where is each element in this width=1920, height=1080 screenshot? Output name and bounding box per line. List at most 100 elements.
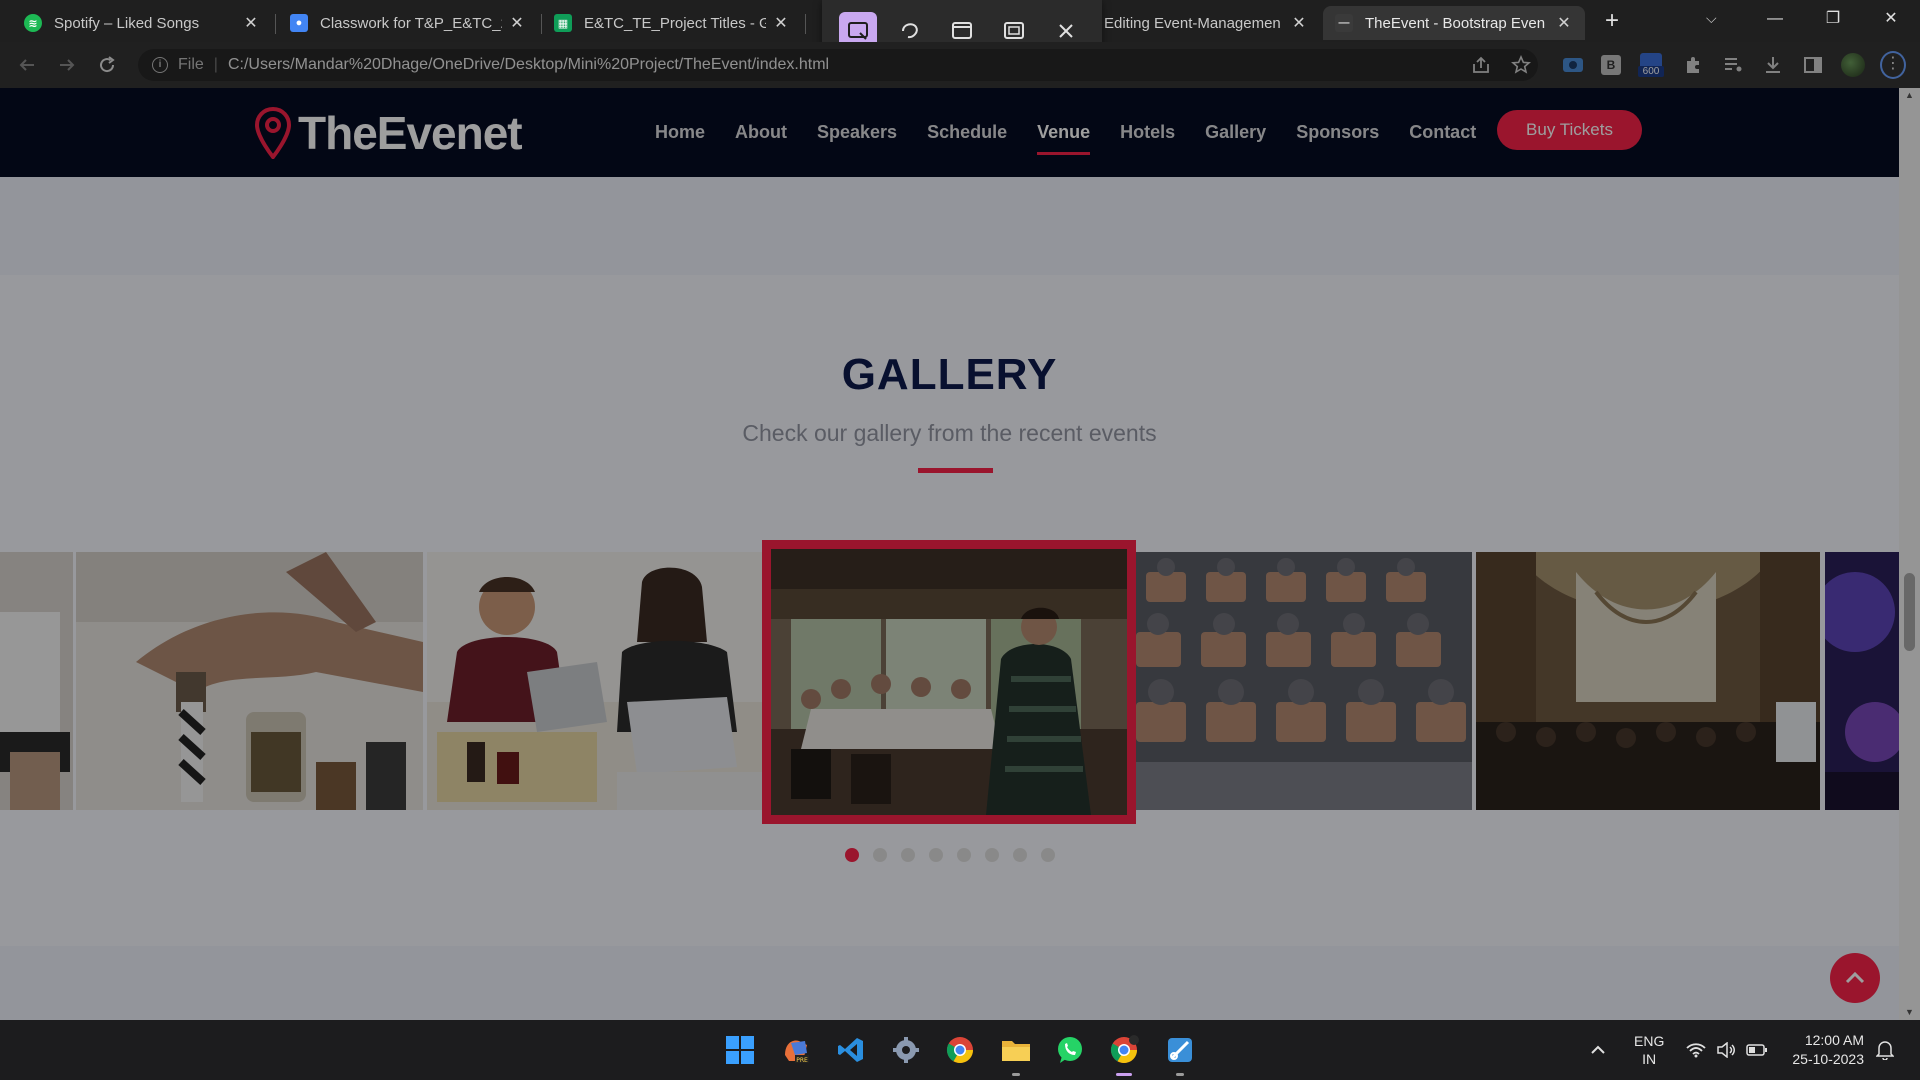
tab-classroom[interactable]: ● Classwork for T&P_E&TC_2 ✕ xyxy=(278,6,538,40)
title-underline xyxy=(918,468,993,473)
volume-icon[interactable] xyxy=(1716,1020,1736,1080)
clock-time: 12:00 AM xyxy=(1804,1032,1864,1048)
carousel-dot[interactable] xyxy=(1012,848,1027,862)
side-panel-icon[interactable] xyxy=(1800,52,1826,78)
battery-icon[interactable] xyxy=(1746,1020,1768,1080)
nav-venue[interactable]: Venue xyxy=(1037,116,1091,155)
address-bar[interactable]: i File | C:/Users/Mandar%20Dhage/OneDriv… xyxy=(138,49,1538,81)
nav-hotels[interactable]: Hotels xyxy=(1120,116,1175,149)
next-section xyxy=(0,946,1899,1020)
nav-home[interactable]: Home xyxy=(655,116,705,149)
carousel-dot[interactable] xyxy=(956,848,971,862)
back-to-top-button[interactable] xyxy=(1830,953,1880,1003)
site-favicon-icon: — xyxy=(1335,14,1353,32)
wifi-icon[interactable] xyxy=(1686,1020,1706,1080)
close-tab-icon[interactable]: ✕ xyxy=(242,13,260,33)
tab-title: Classwork for T&P_E&TC_2 xyxy=(320,14,502,32)
page-scrollbar[interactable]: ▲ ▼ xyxy=(1899,88,1920,1020)
chevron-up-icon xyxy=(1845,971,1865,984)
carousel-dot[interactable] xyxy=(844,848,859,862)
restore-button[interactable]: ❐ xyxy=(1810,4,1856,34)
site-logo[interactable]: TheEvenet xyxy=(254,106,523,160)
carousel-dot[interactable] xyxy=(984,848,999,862)
close-tab-icon[interactable]: ✕ xyxy=(1555,13,1573,33)
close-window-button[interactable]: ✕ xyxy=(1868,4,1914,34)
nav-speakers[interactable]: Speakers xyxy=(817,116,897,149)
tab-sheets[interactable]: ▦ E&TC_TE_Project Titles - Go ✕ xyxy=(542,6,802,40)
windows-taskbar: PRE ENG IN 12:00 AM 25-10-2023 xyxy=(0,1020,1920,1080)
region-code: IN xyxy=(1642,1051,1657,1067)
restaurant-speaker-photo[interactable] xyxy=(762,540,1136,824)
reload-icon[interactable] xyxy=(94,52,120,78)
team-meeting-photo[interactable] xyxy=(427,552,763,810)
show-hidden-icons[interactable] xyxy=(1590,1020,1606,1080)
nav-sponsors[interactable]: Sponsors xyxy=(1296,116,1379,149)
fist-bump-photo[interactable] xyxy=(76,552,423,810)
carousel-dot[interactable] xyxy=(928,848,943,862)
whatsapp-icon[interactable] xyxy=(1052,1032,1088,1068)
windows-start-icon[interactable] xyxy=(722,1032,758,1068)
tab-theevent[interactable]: — TheEvent - Bootstrap Even ✕ xyxy=(1323,6,1585,40)
microsoft-365-icon[interactable]: PRE xyxy=(778,1032,814,1068)
chrome-icon[interactable] xyxy=(942,1032,978,1068)
tab-spotify[interactable]: ≋ Spotify – Liked Songs ✕ xyxy=(12,6,272,40)
carousel-dot[interactable] xyxy=(900,848,915,862)
extensions-puzzle-icon[interactable] xyxy=(1680,52,1706,78)
nav-gallery[interactable]: Gallery xyxy=(1205,116,1266,149)
back-icon[interactable] xyxy=(14,52,40,78)
audience-seats-photo[interactable] xyxy=(1136,552,1472,810)
forward-icon[interactable] xyxy=(54,52,80,78)
url-scheme: File xyxy=(178,56,204,73)
bookmark-star-icon[interactable] xyxy=(1508,52,1534,78)
file-explorer-icon[interactable] xyxy=(998,1032,1034,1076)
tab-search-icon[interactable]: ⌵ xyxy=(1706,10,1717,27)
tab-editing[interactable]: Editing Event-Managemen ✕ xyxy=(1090,6,1320,40)
url-text: C:/Users/Mandar%20Dhage/OneDrive/Desktop… xyxy=(227,56,830,73)
brand-name: TheEvenet xyxy=(298,107,523,159)
download-icon[interactable] xyxy=(1760,52,1786,78)
gallery-subtitle: Check our gallery from the recent events xyxy=(742,420,1157,446)
share-icon[interactable] xyxy=(1468,52,1494,78)
b-extension-icon[interactable]: B xyxy=(1598,52,1624,78)
new-tab-button[interactable]: + xyxy=(1598,8,1626,36)
spotify-icon: ≋ xyxy=(24,14,42,32)
language-code: ENG xyxy=(1634,1033,1665,1049)
profile-avatar[interactable] xyxy=(1840,52,1866,78)
notifications-bell-icon[interactable] xyxy=(1876,1020,1894,1080)
map-pin-icon xyxy=(254,107,292,159)
gallery-carousel[interactable] xyxy=(0,540,1899,824)
language-indicator[interactable]: ENG IN xyxy=(1634,1020,1664,1080)
exhibition-hall-photo[interactable] xyxy=(1476,552,1820,810)
settings-icon[interactable] xyxy=(888,1032,924,1068)
laptop-hands-photo[interactable] xyxy=(0,552,73,810)
chevron-up-icon xyxy=(1591,1045,1605,1054)
site-info-icon[interactable]: i xyxy=(152,57,168,73)
clock[interactable]: 12:00 AM 25-10-2023 xyxy=(1784,1020,1864,1080)
site-header: TheEvenet Home About Speakers Schedule V… xyxy=(0,88,1899,177)
nav-contact[interactable]: Contact xyxy=(1409,116,1476,149)
nav-schedule[interactable]: Schedule xyxy=(927,116,1007,149)
reading-list-icon[interactable] xyxy=(1720,52,1746,78)
chrome-active-icon[interactable] xyxy=(1106,1032,1142,1076)
snipping-tool-icon[interactable] xyxy=(1162,1032,1198,1076)
scroll-up-arrow-icon[interactable]: ▲ xyxy=(1904,90,1915,101)
carousel-dot[interactable] xyxy=(1040,848,1055,862)
carousel-dot[interactable] xyxy=(872,848,887,862)
close-tab-icon[interactable]: ✕ xyxy=(1290,13,1308,33)
counter-extension-icon[interactable]: 600 xyxy=(1638,52,1664,78)
screen-capture-extension-icon[interactable] xyxy=(1560,52,1586,78)
buy-tickets-button[interactable]: Buy Tickets xyxy=(1497,110,1642,150)
nav-about[interactable]: About xyxy=(735,116,787,149)
close-tab-icon[interactable]: ✕ xyxy=(772,13,790,33)
browser-menu-icon[interactable]: ⋮ xyxy=(1880,51,1906,79)
scrollbar-thumb[interactable] xyxy=(1904,573,1915,651)
purple-stage-photo[interactable] xyxy=(1825,552,1899,810)
extension-badge: 600 xyxy=(1638,66,1664,77)
vscode-icon[interactable] xyxy=(833,1032,869,1068)
minimize-button[interactable]: — xyxy=(1752,4,1798,34)
scroll-down-arrow-icon[interactable]: ▼ xyxy=(1904,1007,1915,1018)
clock-date: 25-10-2023 xyxy=(1792,1051,1864,1067)
close-tab-icon[interactable]: ✕ xyxy=(508,13,526,33)
tab-title: E&TC_TE_Project Titles - Go xyxy=(584,14,766,32)
tab-title: Editing Event-Managemen xyxy=(1104,14,1281,32)
